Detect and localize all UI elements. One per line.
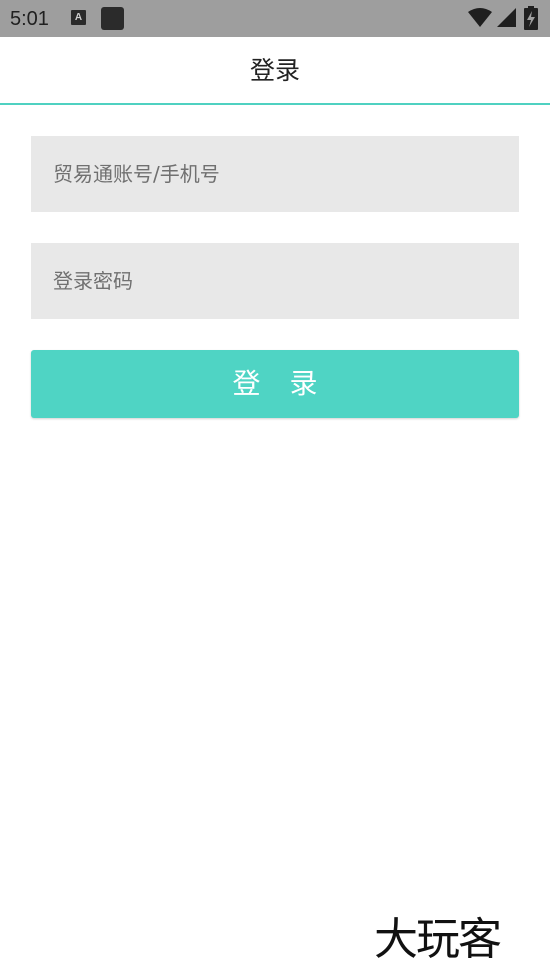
square-notification-icon <box>101 7 124 30</box>
login-button[interactable]: 登 录 <box>31 350 519 418</box>
account-input[interactable] <box>31 136 519 212</box>
app-bar: 登录 <box>0 37 550 105</box>
wifi-icon <box>468 8 492 27</box>
battery-charging-icon <box>524 6 538 30</box>
signal-icon <box>497 8 516 27</box>
password-input[interactable] <box>31 243 519 319</box>
status-bar: 5:01 A <box>0 0 550 37</box>
a-notification-icon: A <box>71 10 86 25</box>
status-time: 5:01 <box>10 8 49 30</box>
watermark-logo: 大玩客 <box>374 914 502 965</box>
page-title: 登录 <box>249 56 300 85</box>
